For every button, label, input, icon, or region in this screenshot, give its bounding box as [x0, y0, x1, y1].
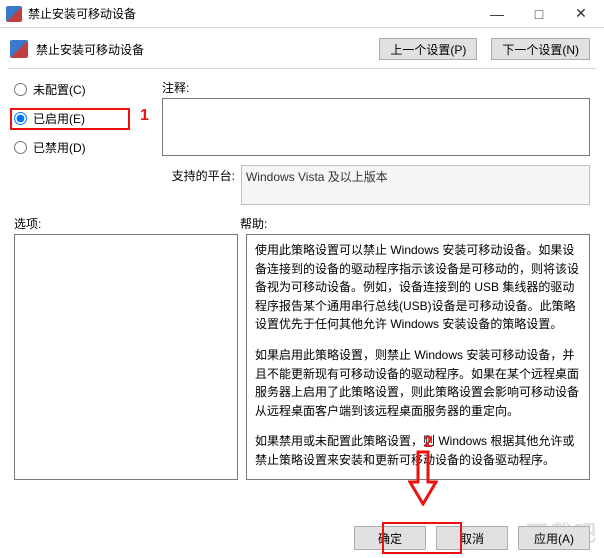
- mid-labels: 选项: 帮助:: [0, 211, 604, 234]
- window-controls: — □ ✕: [476, 0, 602, 27]
- lower-panes: 使用此策略设置可以禁止 Windows 安装可移动设备。如果设备连接到的设备的驱…: [0, 234, 604, 480]
- ok-button[interactable]: 确定: [354, 526, 426, 550]
- radio-enabled-input[interactable]: [14, 112, 27, 125]
- comment-textarea[interactable]: [162, 98, 590, 156]
- supported-label: 支持的平台:: [162, 165, 235, 184]
- help-label: 帮助:: [240, 215, 267, 232]
- state-radios: 未配置(C) 已启用(E) 已禁用(D) 1: [14, 79, 154, 205]
- minimize-button[interactable]: —: [476, 0, 518, 27]
- options-pane: [14, 234, 238, 480]
- header-band: 禁止安装可移动设备 上一个设置(P) 下一个设置(N): [0, 28, 604, 68]
- help-paragraph-1: 使用此策略设置可以禁止 Windows 安装可移动设备。如果设备连接到的设备的驱…: [255, 241, 581, 334]
- window-title: 禁止安装可移动设备: [28, 5, 476, 22]
- radio-not-configured[interactable]: 未配置(C): [14, 81, 154, 98]
- help-pane: 使用此策略设置可以禁止 Windows 安装可移动设备。如果设备连接到的设备的驱…: [246, 234, 590, 480]
- next-setting-button[interactable]: 下一个设置(N): [491, 38, 590, 60]
- close-button[interactable]: ✕: [560, 0, 602, 27]
- previous-setting-button[interactable]: 上一个设置(P): [379, 38, 477, 60]
- button-bar: 确定 取消 应用(A): [0, 526, 604, 550]
- radio-disabled-label: 已禁用(D): [33, 139, 86, 156]
- help-paragraph-3: 如果禁用或未配置此策略设置，则 Windows 根据其他允许或禁止策略设置来安装…: [255, 432, 581, 469]
- comment-label: 注释:: [162, 79, 590, 96]
- state-area: 未配置(C) 已启用(E) 已禁用(D) 1 注释: 支持的平台: Window…: [0, 69, 604, 211]
- app-icon: [6, 6, 22, 22]
- right-fields: 注释: 支持的平台: Windows Vista 及以上版本: [162, 79, 590, 205]
- options-label: 选项:: [14, 215, 240, 232]
- help-paragraph-2: 如果启用此策略设置，则禁止 Windows 安装可移动设备，并且不能更新现有可移…: [255, 346, 581, 420]
- apply-button[interactable]: 应用(A): [518, 526, 590, 550]
- policy-name: 禁止安装可移动设备: [36, 41, 371, 58]
- annotation-number-1: 1: [140, 107, 149, 125]
- radio-not-configured-input[interactable]: [14, 83, 27, 96]
- radio-enabled-label: 已启用(E): [33, 110, 85, 127]
- radio-enabled[interactable]: 已启用(E): [14, 110, 154, 127]
- radio-not-configured-label: 未配置(C): [33, 81, 86, 98]
- supported-on-box: Windows Vista 及以上版本: [241, 165, 590, 205]
- title-bar: 禁止安装可移动设备 — □ ✕: [0, 0, 604, 28]
- radio-disabled[interactable]: 已禁用(D): [14, 139, 154, 156]
- cancel-button[interactable]: 取消: [436, 526, 508, 550]
- radio-disabled-input[interactable]: [14, 141, 27, 154]
- maximize-button[interactable]: □: [518, 0, 560, 27]
- policy-icon: [10, 40, 28, 58]
